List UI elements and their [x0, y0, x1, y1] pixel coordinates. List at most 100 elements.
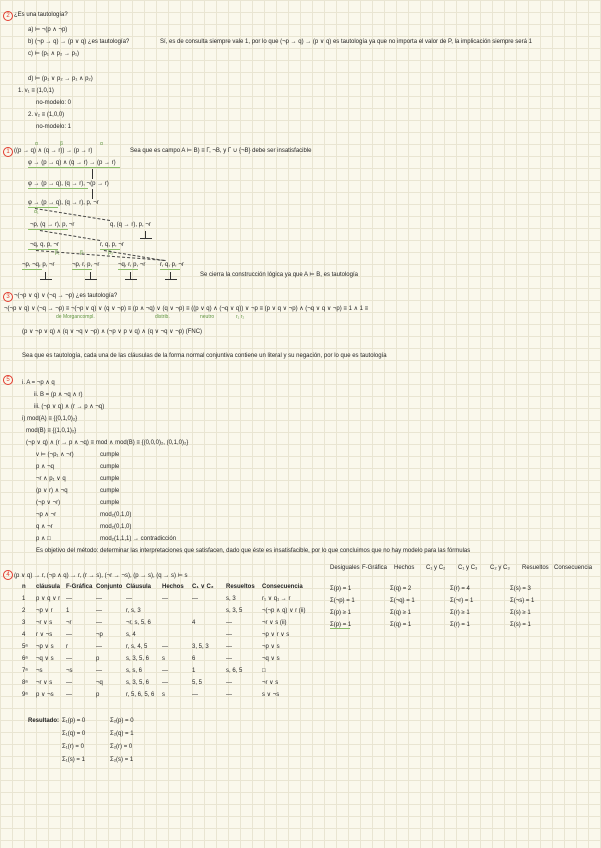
table-cell: —: [162, 668, 168, 674]
note-line: Es objetivo del método: determinar las i…: [36, 548, 471, 554]
table-cell: ¬q ∨ s: [262, 656, 280, 662]
table-cell: 1: [22, 596, 26, 602]
table-cell: —: [66, 596, 72, 602]
table-cell: 5ᵃ: [22, 644, 28, 650]
note-line: Sea que es campo A ⊨ B) ≡ Γ, ¬B, y Γ ∪ {…: [130, 148, 312, 154]
note-line: ¬q, q, p, ¬r: [30, 242, 60, 248]
table-cell: p: [96, 692, 100, 698]
side-table-cell: Σ(q) ≥ 1: [390, 610, 412, 616]
green-underline: [160, 269, 180, 270]
note-line: (¬p ∨ ¬r): [36, 500, 61, 506]
table-cell: s, 3, 5, 6: [126, 656, 150, 662]
side-table-cell: Σ(r) = 1: [450, 622, 470, 628]
note-line: cumple: [100, 464, 120, 470]
green-underline: [72, 269, 92, 270]
side-table-cell: Σ(r) = 4: [450, 586, 470, 592]
note-line: ¬q, r, p, ¬r: [118, 262, 146, 268]
table-cell: —: [226, 644, 232, 650]
section-number-badge: 4: [3, 570, 13, 580]
table-cell: r ∨ ¬s: [36, 632, 53, 638]
table-cell: ¬q: [96, 680, 103, 686]
table-cell: ¬s: [66, 668, 73, 674]
table-cell: 4: [22, 632, 26, 638]
table-cell: ¬p ∨ s: [36, 644, 54, 650]
table-cell: p: [96, 656, 100, 662]
tableau-edge: [92, 169, 93, 179]
section-number-badge: 1: [3, 147, 13, 157]
summary-label: Resultado:: [28, 718, 60, 724]
table-header: C₁ ∨ C₂: [192, 584, 214, 590]
note-line: iii. (¬p ∨ q) ∧ (r → p ∧ ¬q): [34, 404, 105, 410]
side-table-cell: Σ(¬p) = 1: [330, 598, 355, 604]
summary-cell: Σ₁(q) = 0: [62, 731, 86, 737]
table-cell: 8ᵃ: [22, 680, 28, 686]
note-line: no-modelo: 0: [36, 100, 72, 106]
closed-branch-icon: [165, 272, 177, 280]
table-cell: 4: [192, 620, 196, 626]
side-table-cell: Σ(¬q) = 1: [390, 598, 415, 604]
table-header: Conjunto: [96, 584, 123, 590]
note-line: p ∧ ¬q: [36, 464, 54, 470]
closed-branch-icon: [125, 272, 137, 280]
table-cell: —: [96, 668, 102, 674]
table-cell: r: [66, 644, 68, 650]
table-cell: p ∨ ¬s: [36, 692, 54, 698]
table-cell: —: [66, 656, 72, 662]
note-line: mod₂(0,1,0): [100, 524, 132, 530]
table-header: F-Gráfica: [66, 584, 93, 590]
side-table-cell: Σ(p) = 1: [330, 586, 352, 592]
table-header: n: [22, 584, 26, 590]
note-line: (p ∨ q) → r, (¬p ∧ q) → r, (r → s), (¬r …: [14, 573, 188, 579]
note-line: q ∧ ¬r: [36, 524, 53, 530]
side-table-cell: Σ(q) = 2: [390, 586, 412, 592]
note-line: i) mod(A) ≡ {(0,1,0)₂}: [22, 416, 78, 422]
table-cell: r₁ ∨ q₁ → r: [262, 596, 291, 602]
annotation: α: [35, 141, 38, 147]
note-line: mod₂(1,1,1) → contradicción: [100, 536, 177, 542]
table-cell: ¬q ∨ s: [36, 656, 54, 662]
table-cell: ¬p ∨ r: [36, 608, 53, 614]
table-header: Hechos: [162, 584, 184, 590]
table-cell: ¬(¬p ∧ q) ∨ r (ii): [262, 608, 306, 614]
note-line: r, q, p, ¬r: [160, 262, 184, 268]
note-line: b) (¬p → q) → (p ∨ q) ¿es tautología?: [28, 39, 130, 45]
note-line: Desiguales: [330, 565, 360, 571]
section-number-badge: 2: [3, 11, 13, 21]
green-underline: [28, 167, 88, 168]
note-line: cumple: [100, 452, 120, 458]
table-header: cláusula: [36, 584, 61, 590]
note-line: ¬p, (q → r), p, ¬r: [30, 222, 75, 228]
note-line: ii. B = (p ∧ ¬q ∧ r): [34, 392, 83, 398]
note-line: cumple: [100, 500, 120, 506]
annotation: compl.: [80, 314, 95, 320]
green-underline: [28, 207, 58, 208]
table-cell: s: [162, 692, 165, 698]
annotation: de Morgan: [56, 314, 80, 320]
note-line: φ → (p → q), (q → r), p, ¬r: [28, 200, 99, 206]
note-line: ¬p, ¬q, p, ¬r: [22, 262, 55, 268]
table-cell: —: [96, 620, 102, 626]
table-cell: ¬r, s, 5, 6: [126, 620, 151, 626]
table-cell: —: [66, 692, 72, 698]
table-cell: —: [162, 596, 168, 602]
table-cell: s, 3: [226, 596, 236, 602]
note-line: ¬p ∧ ¬r: [36, 512, 57, 518]
annotation: α₁: [34, 209, 39, 215]
summary-cell: Σ₂(q) = 1: [110, 731, 134, 737]
side-table-cell: Σ(s) = 3: [510, 586, 531, 592]
note-line: φ → (p → q) ∧ (q → r) → (p → r): [28, 160, 116, 166]
summary-cell: Σ₂(p) = 0: [110, 718, 134, 724]
table-cell: s, 3, 5: [226, 608, 243, 614]
table-cell: —: [66, 680, 72, 686]
side-table-cell: Σ(q) = 1: [390, 622, 412, 628]
table-cell: —: [96, 596, 102, 602]
annotation: neutro: [200, 314, 215, 320]
note-line: ¬(¬p ∨ q) ∨ (¬q → ¬p) ¿es tautología?: [14, 293, 118, 299]
note-line: C₂ y C₃: [490, 565, 510, 571]
table-cell: —: [226, 620, 232, 626]
table-cell: ¬r ∨ s: [36, 680, 53, 686]
side-table-cell: Σ(s) ≥ 1: [510, 610, 531, 616]
note-line: ¬r ∧ p₁ ∨ q: [36, 476, 66, 482]
note-line: 1. v₁ ≡ (1,0,1): [18, 88, 54, 94]
section-number-badge: 5: [3, 375, 13, 385]
